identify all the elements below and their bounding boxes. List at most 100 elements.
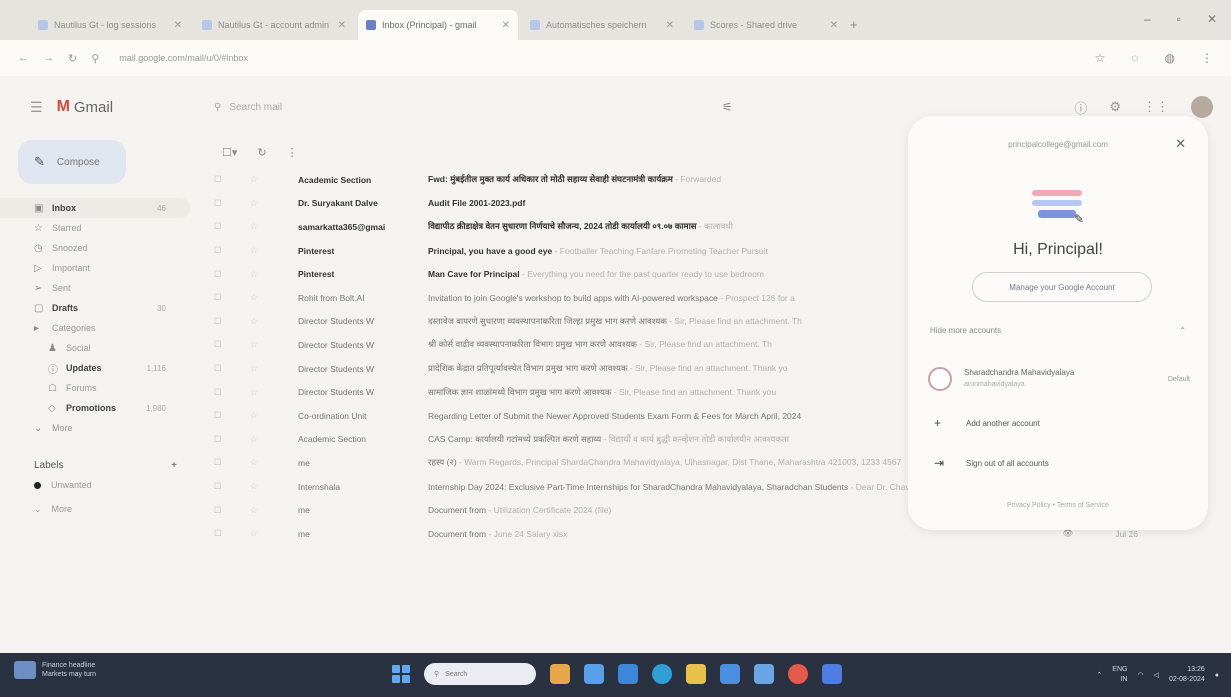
start-windows-icon[interactable] [392, 665, 410, 683]
taskbar-search[interactable]: ⚲ Search [424, 663, 536, 685]
close-icon[interactable]: ✕ [1175, 136, 1186, 152]
star-icon[interactable]: ☆ [228, 457, 268, 468]
sidebar-item-starred[interactable]: ☆ Starred [0, 218, 190, 238]
star-icon[interactable]: ☆ [228, 174, 268, 185]
sidebar-item-more[interactable]: ⌄ More [0, 418, 190, 438]
bookmark-star-icon[interactable]: ☆ [1095, 51, 1106, 65]
row-checkbox[interactable]: ☐ [214, 292, 228, 303]
sidebar-item-promotions[interactable]: ◇ Promotions 1,980 [0, 398, 190, 418]
volume-icon[interactable]: ◁ [1154, 671, 1159, 679]
star-icon[interactable]: ☆ [228, 434, 268, 445]
sidebar-item-social[interactable]: ♟ Social [0, 338, 190, 358]
star-icon[interactable]: ☆ [228, 481, 268, 492]
browser-tab[interactable]: Nautilus Gt - account admin ✕ [194, 10, 354, 40]
star-icon[interactable]: ☆ [228, 528, 268, 539]
row-checkbox[interactable]: ☐ [214, 363, 228, 374]
chrome-browser-icon[interactable] [788, 664, 808, 684]
row-checkbox[interactable]: ☐ [214, 316, 228, 327]
main-menu-icon[interactable]: ☰ [30, 99, 43, 116]
close-icon[interactable]: ✕ [830, 20, 838, 31]
star-icon[interactable]: ☆ [228, 316, 268, 327]
star-icon[interactable]: ☆ [228, 198, 268, 209]
row-checkbox[interactable]: ☐ [214, 457, 228, 468]
label-item[interactable]: Unwanted [0, 475, 205, 495]
teams-app-icon[interactable] [618, 664, 638, 684]
sidebar-item-sent[interactable]: ➢ Sent [0, 278, 190, 298]
notification-icon[interactable]: ● [1215, 672, 1219, 679]
manage-account-button[interactable]: Manage your Google Account [972, 272, 1152, 302]
profile-icon[interactable]: ◍ [1165, 51, 1175, 65]
account-avatar-large[interactable]: ✎ [1026, 176, 1088, 238]
minimize-icon[interactable]: – [1144, 12, 1151, 26]
browser-tab-active[interactable]: Inbox (Principal) - gmail ✕ [358, 10, 518, 40]
close-icon[interactable]: ✕ [502, 20, 510, 31]
row-checkbox[interactable]: ☐ [214, 174, 228, 185]
star-icon[interactable]: ☆ [228, 339, 268, 350]
row-checkbox[interactable]: ☐ [214, 245, 228, 256]
close-icon[interactable]: ✕ [174, 20, 182, 31]
back-icon[interactable]: ← [18, 52, 29, 64]
add-label-icon[interactable]: + [171, 460, 177, 471]
edit-pencil-icon[interactable]: ✎ [1074, 212, 1084, 226]
gmail-logo[interactable]: M Gmail [57, 98, 114, 116]
star-icon[interactable]: ☆ [228, 363, 268, 374]
sidebar-item-inbox[interactable]: ▣ Inbox 46 [0, 198, 190, 218]
app-icon[interactable] [822, 664, 842, 684]
row-checkbox[interactable]: ☐ [214, 528, 228, 539]
maximize-icon[interactable]: ▫ [1177, 12, 1181, 26]
row-checkbox[interactable]: ☐ [214, 269, 228, 280]
select-all-checkbox[interactable]: ☐▾ [222, 146, 237, 159]
clock[interactable]: 13:26 02-08-2024 [1169, 665, 1205, 685]
tray-chevron-up-icon[interactable]: ⌃ [1096, 671, 1102, 679]
refresh-icon[interactable]: ↻ [257, 146, 266, 159]
sidebar-item-updates[interactable]: ⓘ Updates 1,116 [0, 358, 190, 378]
task-view-icon[interactable] [584, 664, 604, 684]
browser-tab[interactable]: Scores - Shared drive ✕ [686, 10, 846, 40]
site-info-icon[interactable]: ⚲ [91, 52, 99, 65]
star-icon[interactable]: ☆ [228, 269, 268, 280]
close-window-icon[interactable]: ✕ [1207, 12, 1217, 26]
wifi-icon[interactable]: ◠ [1137, 671, 1143, 679]
other-account-item[interactable]: Sharadchandra Mahavidyalaya arunmahavidy… [928, 359, 1190, 399]
row-checkbox[interactable]: ☐ [214, 221, 228, 232]
language-indicator[interactable]: ENG IN [1112, 665, 1127, 685]
search-options-icon[interactable]: ⚟ [722, 100, 733, 114]
edge-browser-icon[interactable] [652, 664, 672, 684]
extensions-icon[interactable]: ◌ [1131, 51, 1138, 65]
browser-tab[interactable]: Nautilus Gt - log sessions ✕ [30, 10, 190, 40]
row-checkbox[interactable]: ☐ [214, 505, 228, 516]
file-explorer-icon[interactable] [686, 664, 706, 684]
row-checkbox[interactable]: ☐ [214, 434, 228, 445]
mail-app-icon[interactable] [754, 664, 774, 684]
store-app-icon[interactable] [720, 664, 740, 684]
news-widget[interactable]: Finance headline Markets may turn [14, 661, 96, 679]
compose-button[interactable]: ✎ Compose [18, 140, 126, 184]
close-icon[interactable]: ✕ [338, 20, 346, 31]
star-icon[interactable]: ☆ [228, 245, 268, 256]
settings-gear-icon[interactable]: ⚙ [1109, 99, 1121, 115]
forward-icon[interactable]: → [43, 52, 54, 64]
search-bar[interactable]: ⚲ Search mail [204, 90, 724, 124]
privacy-terms-links[interactable]: Privacy Policy • Terms of Service [908, 502, 1208, 509]
widgets-app-icon[interactable] [550, 664, 570, 684]
hide-more-accounts-toggle[interactable]: Hide more accounts ⌃ [930, 326, 1186, 335]
sidebar-item-forums[interactable]: ☖ Forums [0, 378, 190, 398]
row-checkbox[interactable]: ☐ [214, 410, 228, 421]
star-icon[interactable]: ☆ [228, 292, 268, 303]
sidebar-item-drafts[interactable]: ▢ Drafts 30 [0, 298, 190, 318]
row-checkbox[interactable]: ☐ [214, 387, 228, 398]
row-checkbox[interactable]: ☐ [214, 198, 228, 209]
account-avatar[interactable] [1191, 96, 1213, 118]
row-checkbox[interactable]: ☐ [214, 481, 228, 492]
browser-menu-icon[interactable]: ⋮ [1201, 51, 1213, 65]
star-icon[interactable]: ☆ [228, 410, 268, 421]
sidebar-item-snoozed[interactable]: ◷ Snoozed [0, 238, 190, 258]
add-account-button[interactable]: + Add another account [934, 416, 1184, 430]
star-icon[interactable]: ☆ [228, 505, 268, 516]
url-field[interactable]: mail.google.com/mail/u/0/#inbox [119, 53, 248, 63]
sidebar-item-important[interactable]: ▷ Important [0, 258, 190, 278]
search-input[interactable]: Search mail [229, 102, 282, 113]
sidebar-item-categories[interactable]: ▸ Categories [0, 318, 190, 338]
new-tab-icon[interactable]: + [850, 17, 858, 32]
star-icon[interactable]: ☆ [228, 221, 268, 232]
